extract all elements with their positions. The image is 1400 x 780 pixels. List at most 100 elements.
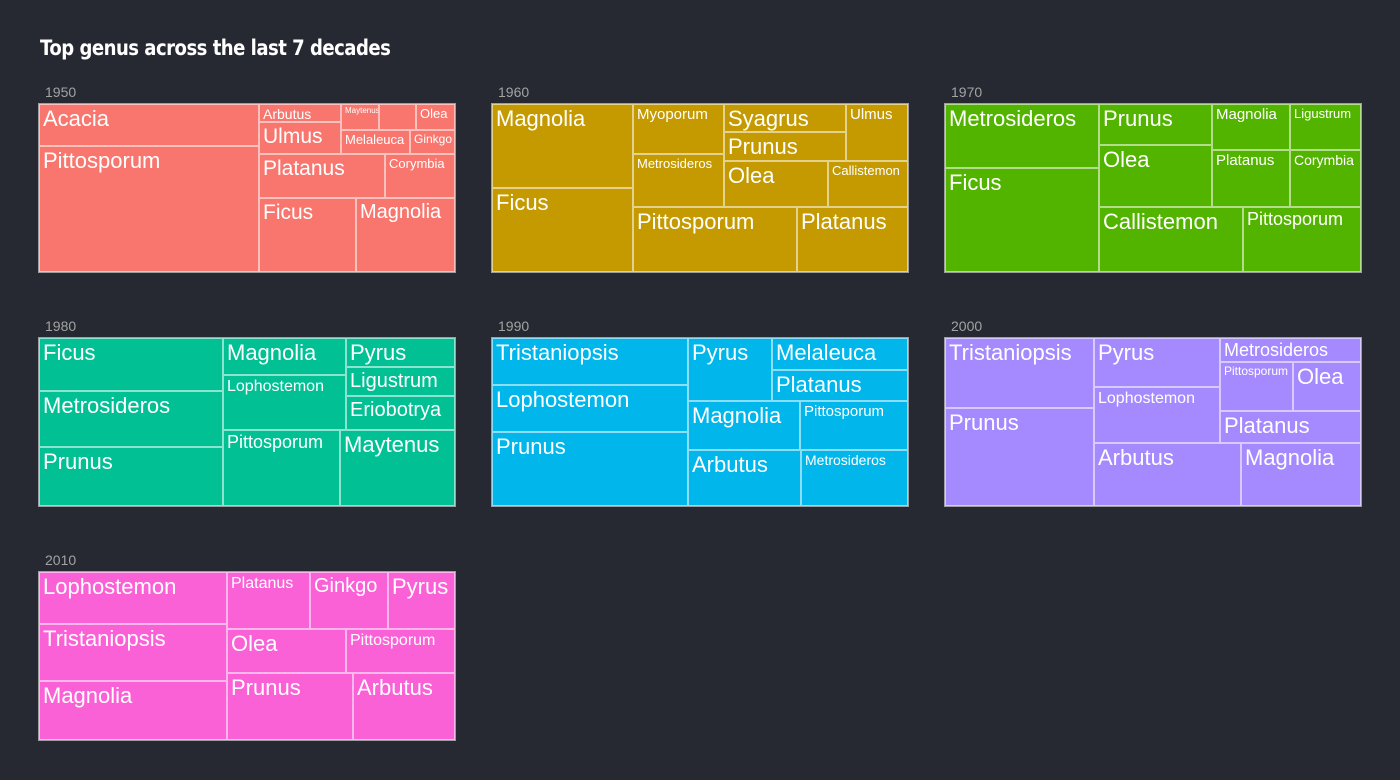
tile-label: Ligustrum (1294, 106, 1352, 121)
treemap-tile: Pyrus (1094, 338, 1220, 387)
treemap-tile: Olea (1293, 362, 1361, 411)
treemap: Metrosideros Ficus Prunus Olea Magnolia Ligus… (944, 103, 1362, 273)
treemap-tile: Prunus (945, 408, 1094, 506)
treemap-tile: Arbutus (353, 673, 455, 740)
tile-label: Tristaniopsis (949, 340, 1072, 365)
tile-label: Pittosporum (804, 403, 885, 420)
tile-label: Prunus (231, 675, 301, 700)
treemap-tile: Olea (227, 629, 346, 673)
tile-label: Lophostemon (43, 574, 177, 599)
tile-label: Maytenus (345, 106, 379, 115)
tile-label: Pyrus (692, 340, 749, 365)
treemap-tile: Arbutus (1094, 443, 1241, 506)
treemap-tile: Metrosideros (801, 450, 908, 506)
treemap-tile: Maytenus (341, 104, 379, 130)
tile-label: Prunus (949, 410, 1019, 435)
tile-label: Lophostemon (227, 378, 324, 395)
tile-label: Olea (1103, 147, 1150, 172)
treemap-tile: Acacia (39, 104, 259, 146)
tile-label: Melaleuca (776, 340, 877, 365)
tile-label: Magnolia (496, 106, 586, 131)
treemap-tile: Arbutus (259, 104, 341, 122)
treemap-tile: Tristaniopsis (945, 338, 1094, 408)
tile-label: Maytenus (344, 432, 440, 457)
tile-label: Pittosporum (227, 432, 324, 452)
panel-label: 1950 (45, 84, 77, 100)
treemap-tile: Pittosporum (223, 430, 340, 506)
panel-label: 1970 (951, 84, 983, 100)
tile-label: Syagrus (728, 106, 809, 131)
treemap-tile: Prunus (724, 132, 846, 161)
tile-label: Magnolia (1216, 106, 1277, 123)
treemap-tile: Pittosporum (1243, 207, 1361, 272)
treemap-tile: Magnolia (492, 104, 633, 188)
tile-label: Arbutus (357, 675, 433, 700)
treemap-tile: Ginkgo (410, 130, 455, 154)
tile-label: Ficus (496, 190, 549, 215)
treemap: Magnolia Ficus Myoporum Metrosideros Syagrus… (491, 103, 909, 273)
tile-label: Ginkgo (414, 132, 453, 146)
treemap-tile: Corymbia (1290, 150, 1361, 207)
tile-label: Corymbia (1294, 152, 1354, 168)
tile-label: Prunus (728, 134, 798, 159)
treemap-tile: Magnolia (39, 681, 227, 740)
treemap-tile: Pittosporum (346, 629, 455, 673)
treemap-tile: Metrosideros (1220, 338, 1361, 362)
tile-label: Platanus (263, 157, 345, 180)
treemap-tile: Ficus (39, 338, 223, 391)
tile-label: Olea (231, 631, 278, 656)
tile-label: Pittosporum (1224, 364, 1289, 378)
treemap-tile: Olea (724, 161, 828, 207)
tile-label: Magnolia (1245, 445, 1335, 470)
treemap-tile: Metrosideros (945, 104, 1099, 168)
treemap-tile: Prunus (227, 673, 353, 740)
tile-label: Ficus (43, 340, 96, 365)
tile-label: Lophostemon (496, 387, 630, 412)
treemap: Ficus Metrosideros Prunus Magnolia Lophostem… (38, 337, 456, 507)
treemap-tile: Arbutus (688, 450, 801, 506)
treemap-tile: Ginkgo (310, 572, 388, 629)
tile-label: Olea (420, 106, 448, 121)
tile-label: Arbutus (692, 452, 768, 477)
treemap-tile: Maytenus (340, 430, 455, 506)
tile-label: Prunus (43, 449, 113, 474)
tile-label: Callistemon (1103, 209, 1218, 234)
tile-label: Magnolia (692, 403, 782, 428)
treemap-tile: Platanus (797, 207, 908, 272)
tile-label: Pittosporum (1247, 209, 1344, 229)
treemap-tile: Olea (1099, 145, 1212, 207)
treemap-tile: Myoporum (633, 104, 724, 154)
treemap-tile: Prunus (39, 447, 223, 506)
treemap-tile: Pittosporum (39, 146, 259, 272)
treemap: Tristaniopsis Lophostemon Prunus Pyrus Melal… (491, 337, 909, 507)
treemap-tile: Pyrus (346, 338, 455, 367)
tile-label: Prunus (496, 434, 566, 459)
tile-label: Arbutus (263, 106, 312, 122)
tile-label: Olea (728, 163, 775, 188)
tile-label: Ulmus (850, 106, 893, 123)
treemap-tile: Magnolia (688, 401, 800, 450)
tile-label: Tristaniopsis (496, 340, 619, 365)
tile-label: Magnolia (360, 201, 442, 223)
treemap-tile: Prunus (492, 432, 688, 506)
treemap-tile: Pittosporum (800, 401, 908, 450)
treemap-tile: Corymbia (385, 154, 455, 198)
treemap-tile: Callistemon (828, 161, 908, 207)
panel-label: 1980 (45, 318, 77, 334)
treemap-tile: Ligustrum (1290, 104, 1361, 150)
treemap-tile: Ficus (945, 168, 1099, 272)
tile-label: Metrosideros (637, 156, 713, 171)
tile-label: Platanus (1224, 413, 1310, 438)
tile-label: Pittosporum (350, 632, 436, 649)
treemap-tile: Lophostemon (223, 375, 346, 430)
tile-label: Ligustrum (350, 370, 438, 392)
tile-label: Platanus (1216, 152, 1275, 169)
panel-label: 2010 (45, 552, 77, 568)
tile-label: Acacia (43, 106, 110, 131)
treemap-tile: Ficus (259, 198, 356, 272)
treemap-tile: Prunus (1099, 104, 1212, 145)
treemap-tile: Melaleuca (341, 130, 410, 154)
chart-title: Top genus across the last 7 decades (40, 36, 391, 60)
tile-label: Arbutus (1098, 445, 1174, 470)
treemap-tile: Eriobotrya (346, 396, 455, 430)
